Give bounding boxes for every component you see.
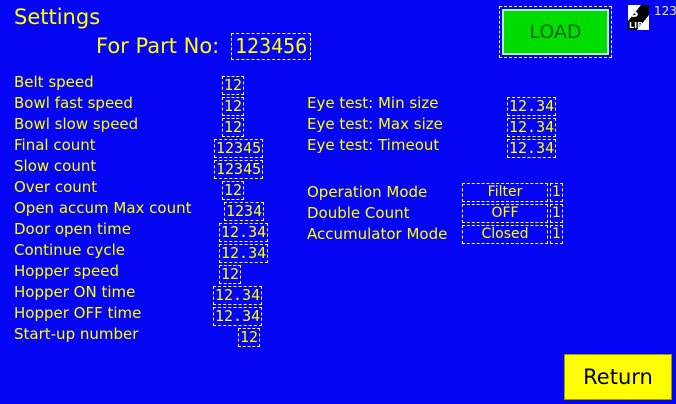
- param-label: Over count: [14, 178, 98, 196]
- mode-select[interactable]: Closed: [462, 225, 548, 244]
- corner-indicator: 123: [654, 4, 676, 18]
- param-value-field[interactable]: 12.34: [219, 244, 269, 263]
- logo-text-bottom: LIB: [629, 21, 643, 30]
- eye-test-label: Eye test: Timeout: [307, 136, 440, 154]
- s-lib-logo-graphic: S LIB: [628, 5, 649, 30]
- param-value-field[interactable]: 12345: [214, 160, 264, 179]
- param-label: Slow count: [14, 157, 97, 175]
- page-title: Settings: [14, 5, 101, 29]
- param-value-field[interactable]: 12345: [214, 139, 264, 158]
- param-value-field[interactable]: 12: [219, 265, 242, 284]
- part-number-field[interactable]: 123456: [231, 33, 312, 60]
- param-label: Belt speed: [14, 73, 94, 91]
- param-value-field[interactable]: 12: [222, 118, 245, 137]
- logo-text-top: S: [630, 6, 639, 20]
- param-label: Bowl fast speed: [14, 94, 133, 112]
- mode-label: Operation Mode: [307, 183, 428, 201]
- param-value-field[interactable]: 1234: [224, 202, 265, 221]
- return-button[interactable]: Return: [564, 354, 672, 400]
- param-value-field[interactable]: 12: [238, 328, 261, 347]
- param-label: Open accum Max count: [14, 199, 192, 217]
- mode-label: Accumulator Mode: [307, 225, 448, 243]
- param-label: Continue cycle: [14, 241, 125, 259]
- mode-index-field[interactable]: 1: [550, 225, 563, 244]
- param-label: Start-up number: [14, 325, 139, 343]
- param-value-field[interactable]: 12.34: [213, 307, 263, 326]
- param-label: Hopper ON time: [14, 283, 136, 301]
- param-value-field[interactable]: 12.34: [219, 223, 269, 242]
- param-value-field[interactable]: 12: [222, 76, 245, 95]
- eye-test-value-field[interactable]: 12.34: [507, 97, 557, 116]
- eye-test-value-field[interactable]: 12.34: [507, 139, 557, 158]
- eye-test-label: Eye test: Max size: [307, 115, 443, 133]
- param-value-field[interactable]: 12.34: [213, 286, 263, 305]
- mode-select[interactable]: Filter: [462, 183, 548, 202]
- param-label: Hopper OFF time: [14, 304, 142, 322]
- param-label: Door open time: [14, 220, 131, 238]
- param-label: Final count: [14, 136, 96, 154]
- s-lib-logo-icon: S LIB: [628, 5, 649, 30]
- mode-label: Double Count: [307, 204, 410, 222]
- param-value-field[interactable]: 12: [222, 181, 245, 200]
- param-label: Bowl slow speed: [14, 115, 139, 133]
- part-number-label: For Part No:: [96, 34, 220, 58]
- eye-test-value-field[interactable]: 12.34: [507, 118, 557, 137]
- load-button[interactable]: LOAD: [499, 6, 612, 58]
- mode-select[interactable]: OFF: [462, 204, 548, 223]
- param-label: Hopper speed: [14, 262, 119, 280]
- mode-index-field[interactable]: 1: [550, 204, 563, 223]
- eye-test-label: Eye test: Min size: [307, 94, 439, 112]
- param-value-field[interactable]: 12: [222, 97, 245, 116]
- mode-index-field[interactable]: 1: [550, 183, 563, 202]
